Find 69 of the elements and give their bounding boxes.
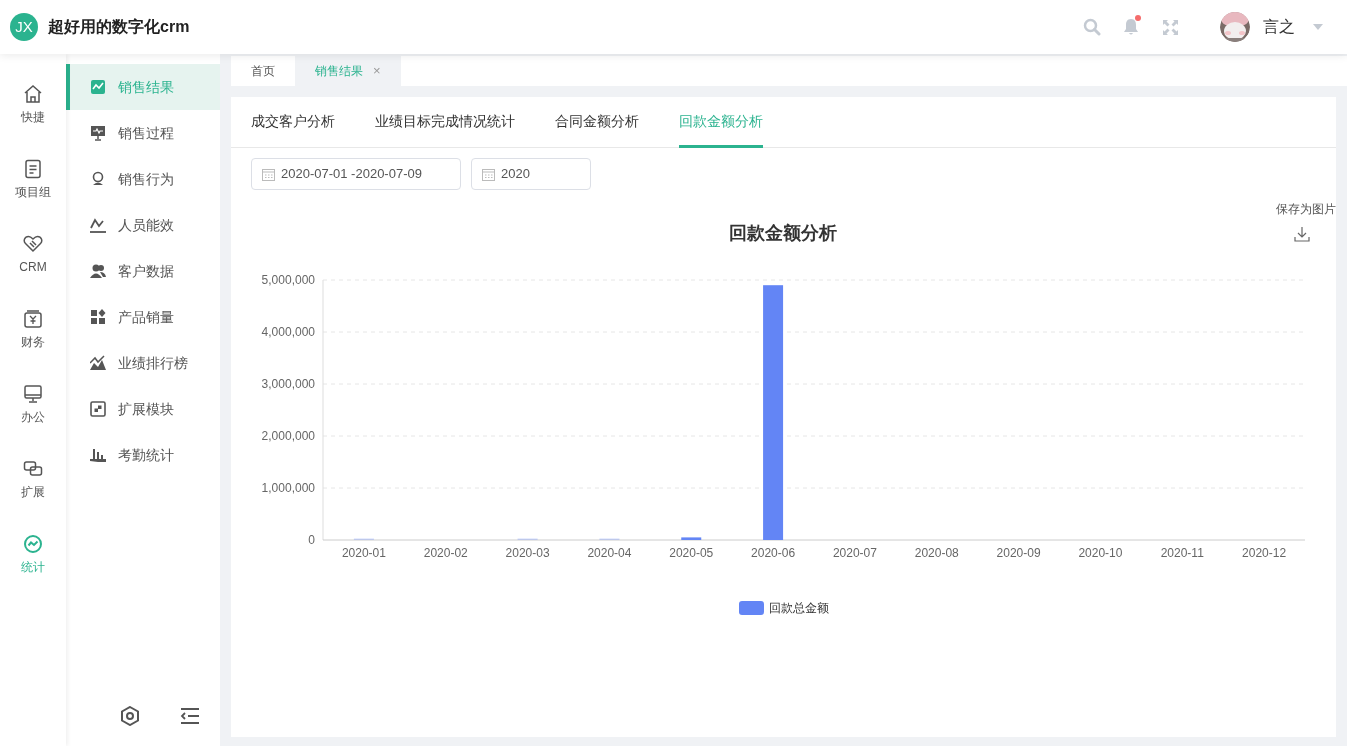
axis-label: 3,000,000 bbox=[261, 377, 315, 391]
blocks-icon bbox=[90, 309, 106, 325]
axis-label: 2020-12 bbox=[1242, 546, 1287, 560]
monitor-pulse-icon bbox=[90, 125, 106, 141]
rail-item[interactable]: 扩展 bbox=[0, 451, 66, 507]
legend-label[interactable]: 回款总金额 bbox=[769, 601, 829, 615]
users-icon bbox=[90, 263, 106, 279]
collapse-menu-icon[interactable] bbox=[180, 708, 200, 724]
app-title: 超好用的数字化crm bbox=[48, 17, 190, 37]
menu-item[interactable]: 销售过程 bbox=[66, 110, 220, 156]
rail-item[interactable]: 项目组 bbox=[0, 151, 66, 207]
axis-label: 2020-05 bbox=[669, 546, 714, 560]
chart-check-icon bbox=[90, 79, 106, 95]
rail-item[interactable]: 财务 bbox=[0, 301, 66, 357]
document-icon bbox=[23, 159, 43, 179]
axis-label: 2020-10 bbox=[1078, 546, 1123, 560]
save-as-image-label[interactable]: 保存为图片 bbox=[1276, 200, 1336, 218]
axis-label: 2020-02 bbox=[423, 546, 468, 560]
report-tab[interactable]: 业绩目标完成情况统计 bbox=[375, 97, 515, 148]
axis-label: 2020-11 bbox=[1160, 546, 1204, 560]
heart-icon bbox=[23, 234, 43, 254]
download-icon[interactable] bbox=[1294, 226, 1310, 242]
axis-label: 2020-03 bbox=[505, 546, 550, 560]
menu-item[interactable]: 销售行为 bbox=[66, 156, 220, 202]
bell-icon[interactable] bbox=[1123, 18, 1139, 36]
menu-item[interactable]: 扩展模块 bbox=[66, 386, 220, 432]
rail-item[interactable]: 快捷 bbox=[0, 76, 66, 132]
axis-label: 2020-04 bbox=[587, 546, 632, 560]
axis-label: 2020-08 bbox=[914, 546, 959, 560]
axis-label: 2,000,000 bbox=[261, 429, 315, 443]
report-tab[interactable]: 成交客户分析 bbox=[251, 97, 335, 148]
rising-chart-icon bbox=[90, 355, 106, 371]
line-chart-icon bbox=[90, 217, 106, 233]
axis-label: 2020-09 bbox=[996, 546, 1041, 560]
axis-label: 5,000,000 bbox=[261, 273, 315, 287]
search-icon[interactable] bbox=[1083, 18, 1101, 36]
rail-item[interactable]: 办公 bbox=[0, 376, 66, 432]
menu-item[interactable]: 产品销量 bbox=[66, 294, 220, 340]
home-icon bbox=[23, 84, 43, 104]
axis-label: 1,000,000 bbox=[261, 481, 315, 495]
axis-label: 2020-01 bbox=[341, 546, 386, 560]
monitor-icon bbox=[23, 384, 43, 404]
fullscreen-icon[interactable] bbox=[1163, 19, 1178, 35]
wallet-icon bbox=[23, 309, 43, 329]
calendar-icon bbox=[482, 167, 495, 181]
menu-item[interactable]: 业绩排行榜 bbox=[66, 340, 220, 386]
legend-swatch[interactable] bbox=[739, 601, 764, 615]
axis-label: 0 bbox=[308, 533, 315, 547]
menu-item[interactable]: 人员能效 bbox=[66, 202, 220, 248]
caret-icon[interactable] bbox=[1313, 24, 1323, 30]
date-field[interactable]: 2020-07-01 -2020-07-09 bbox=[251, 158, 461, 190]
dice-icon bbox=[90, 401, 106, 417]
chart-circle-icon bbox=[23, 534, 43, 554]
logo: JX bbox=[10, 13, 38, 41]
menu-item[interactable]: 考勤统计 bbox=[66, 432, 220, 478]
bar-chart-icon bbox=[90, 447, 106, 463]
calendar-icon bbox=[262, 167, 275, 181]
rail-item[interactable]: CRM bbox=[0, 226, 66, 282]
axis-label: 4,000,000 bbox=[261, 325, 315, 339]
date-field[interactable]: 2020 bbox=[471, 158, 591, 190]
report-tab[interactable]: 合同金额分析 bbox=[555, 97, 639, 148]
settings-icon[interactable] bbox=[120, 706, 140, 726]
axis-label: 2020-06 bbox=[751, 546, 796, 560]
menu-item[interactable]: 客户数据 bbox=[66, 248, 220, 294]
axis-label: 2020-07 bbox=[832, 546, 877, 560]
overlap-squares-icon bbox=[23, 459, 43, 479]
user-name[interactable]: 言之 bbox=[1263, 15, 1295, 39]
bar bbox=[681, 537, 702, 540]
chart-title: 回款金额分析 bbox=[729, 223, 837, 243]
